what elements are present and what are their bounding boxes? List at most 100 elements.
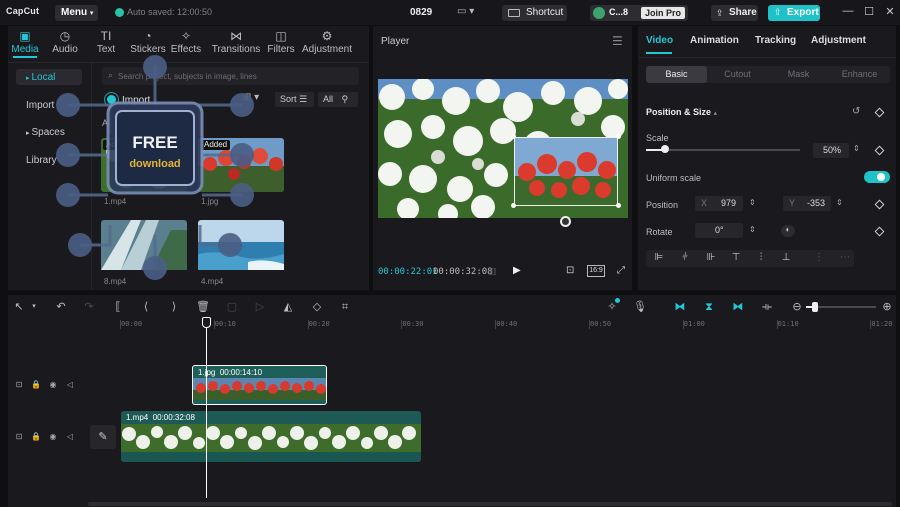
position-y-field[interactable]: Y -353 [783, 196, 831, 211]
project-name[interactable]: 0829 [410, 7, 432, 18]
screenshot-icon[interactable]: ⊡ [566, 265, 574, 276]
delete-icon[interactable]: 🗑 [196, 300, 210, 314]
track-toggle-icon[interactable]: ⊡ [14, 380, 24, 389]
lock-icon[interactable]: 🔒 [31, 432, 41, 441]
split-left-icon[interactable]: ⟨ [139, 300, 153, 314]
scale-value[interactable]: 50% [813, 143, 849, 158]
tab-text[interactable]: TI Text [88, 29, 124, 55]
align-bottom-icon[interactable]: ⊥ [777, 252, 795, 265]
tab-stickers[interactable]: ◔ Stickers [128, 29, 168, 55]
clip-duration: 00:00:14:10 [219, 368, 263, 377]
align-center-h-icon[interactable]: ⫩ [676, 252, 694, 265]
play-button[interactable]: ▶ [513, 265, 521, 276]
subtab-mask[interactable]: Mask [768, 66, 829, 83]
aspect-ratio-button[interactable]: 16:9 [587, 265, 605, 277]
stepper-icon[interactable]: ⇕ [853, 144, 860, 153]
resize-handle[interactable] [511, 134, 516, 139]
rotate-icon[interactable]: ◇ [310, 300, 324, 314]
zoom-out-icon[interactable]: ⊖ [790, 300, 804, 314]
tab-video[interactable]: Video [646, 35, 673, 46]
select-tool-icon[interactable]: ↖ [12, 300, 26, 314]
distribute-h-icon[interactable]: ⋮ [810, 252, 828, 265]
fullscreen-icon[interactable]: ⤢ [617, 265, 625, 276]
zoom-slider-handle[interactable] [812, 302, 818, 312]
zoom-in-icon[interactable]: ⊕ [880, 300, 894, 314]
stepper-icon[interactable]: ⇕ [749, 198, 756, 207]
tab-tracking[interactable]: Tracking [755, 35, 796, 46]
tab-media[interactable]: ▣ Media [10, 29, 40, 55]
scale-slider[interactable] [646, 149, 800, 151]
filter-all-button[interactable]: All ⚲ [318, 92, 358, 107]
join-pro-button[interactable]: Join Pro [641, 7, 685, 19]
timeline-mode-icon[interactable]: ▥ [488, 266, 497, 277]
stepper-icon[interactable]: ⇕ [836, 198, 843, 207]
position-x-field[interactable]: X 979 [695, 196, 743, 211]
horizontal-scrollbar[interactable] [88, 502, 892, 506]
tab-animation[interactable]: Animation [690, 35, 739, 46]
section-title[interactable]: Position & Size ▴ [646, 107, 717, 117]
reset-icon[interactable]: ↺ [852, 106, 860, 117]
active-tab-indicator [13, 56, 37, 58]
scale-slider-handle[interactable] [661, 145, 669, 153]
undo-icon[interactable]: ↶ [54, 300, 68, 314]
speaker-icon[interactable]: ◁ [65, 380, 75, 389]
resize-handle[interactable] [616, 203, 621, 208]
subtab-cutout[interactable]: Cutout [707, 66, 768, 83]
eye-icon[interactable]: ◉ [48, 380, 58, 389]
playhead-handle[interactable] [202, 317, 211, 328]
scale-label: Scale [646, 133, 669, 143]
freeze-icon[interactable]: ▢ [225, 300, 239, 314]
microphone-icon[interactable]: 🎙 [633, 300, 647, 314]
align-middle-v-icon[interactable]: ⫶ [752, 252, 770, 265]
track-toggle-icon[interactable]: ⊡ [14, 432, 24, 441]
rotate-value[interactable]: 0° [695, 223, 743, 238]
subtab-enhance[interactable]: Enhance [829, 66, 890, 83]
overlay-clip[interactable]: 1.jpg 00:00:14:10 [192, 365, 327, 405]
lock-icon[interactable]: 🔒 [31, 380, 41, 389]
minimize-icon[interactable]: — [841, 5, 855, 19]
ruler-tick-label: 01:00 [683, 320, 705, 328]
watermark-text-download: download [129, 158, 180, 170]
eye-icon[interactable]: ◉ [48, 432, 58, 441]
close-icon[interactable]: ✕ [883, 5, 897, 19]
linkage-icon[interactable]: ⧓ [731, 300, 745, 314]
tab-filters[interactable]: ◫ Filters [262, 29, 300, 55]
player-menu-icon[interactable]: ☰ [612, 34, 623, 48]
split-icon[interactable]: ⟦ [111, 300, 125, 314]
auto-snap-icon[interactable]: ⧗ [702, 300, 716, 314]
maximize-icon[interactable]: ☐ [862, 5, 876, 19]
chevron-down-icon[interactable]: ▾ [27, 300, 41, 314]
align-right-icon[interactable]: ⊪ [702, 252, 720, 265]
align-left-icon[interactable]: ⊫ [650, 252, 668, 265]
tab-adjustment[interactable]: ⚙ Adjustment [302, 29, 352, 55]
sort-label: Sort [280, 94, 297, 104]
rotate-handle[interactable] [560, 216, 571, 227]
rotate-dial-icon[interactable]: ◐ [781, 225, 795, 237]
layout-icon[interactable]: ▭ ▾ [457, 6, 479, 18]
menu-button[interactable]: Menu ▾ [55, 5, 98, 21]
track-headers [8, 332, 121, 502]
main-track-magnet-icon[interactable]: ⧓ [673, 300, 687, 314]
redo-icon[interactable]: ↷ [82, 300, 96, 314]
distribute-v-icon[interactable]: ⋯ [836, 252, 854, 265]
align-top-icon[interactable]: ⊤ [727, 252, 745, 265]
tab-label: Media [11, 44, 39, 55]
resize-handle[interactable] [616, 134, 621, 139]
sort-button[interactable]: Sort ☰ [275, 92, 314, 107]
preview-axis-icon[interactable]: ⟛ [760, 300, 774, 314]
tab-transitions[interactable]: ⋈ Transitions [211, 29, 261, 55]
overlay-clip-preview[interactable] [514, 137, 618, 206]
tab-adjustment[interactable]: Adjustment [811, 35, 866, 46]
crop-icon[interactable]: ⌗ [338, 300, 352, 314]
reverse-icon[interactable]: ▷ [253, 300, 267, 314]
cover-edit-icon[interactable]: ✎ [90, 425, 116, 449]
speaker-icon[interactable]: ◁ [65, 432, 75, 441]
main-clip[interactable]: 1.mp4 00:00:32:08 [121, 411, 421, 462]
mirror-icon[interactable]: ◭ [281, 300, 295, 314]
resize-handle[interactable] [511, 203, 516, 208]
tab-audio[interactable]: ◷ Audio [48, 29, 82, 55]
split-right-icon[interactable]: ⟩ [167, 300, 181, 314]
stepper-icon[interactable]: ⇕ [749, 225, 756, 234]
subtab-basic[interactable]: Basic [646, 66, 707, 83]
tab-effects[interactable]: ✧ Effects [169, 29, 203, 55]
